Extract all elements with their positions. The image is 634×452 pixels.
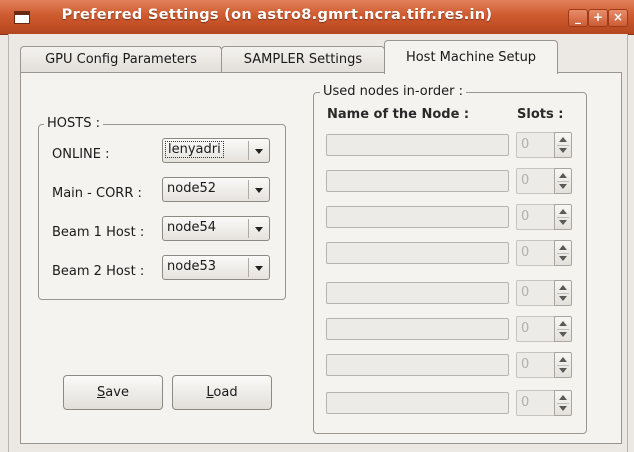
online-host-value: lenyadri bbox=[165, 141, 224, 158]
beam1-host-value: node54 bbox=[167, 220, 216, 235]
slots-spinbox-4[interactable]: 0 bbox=[516, 240, 572, 266]
title-bar[interactable]: Preferred Settings (on astro8.gmrt.ncra.… bbox=[0, 0, 634, 35]
slots-spinbox-1[interactable]: 0 bbox=[516, 132, 572, 158]
spin-down-icon[interactable] bbox=[559, 256, 567, 261]
chevron-down-icon bbox=[255, 266, 263, 271]
slots-spinbox-6[interactable]: 0 bbox=[516, 316, 572, 342]
beam2-host-value: node53 bbox=[167, 259, 216, 274]
node-name-input-7[interactable] bbox=[326, 354, 509, 376]
spin-down-icon[interactable] bbox=[559, 148, 567, 153]
node-name-input-8[interactable] bbox=[326, 392, 509, 414]
chevron-down-icon bbox=[255, 188, 263, 193]
load-button[interactable]: Load bbox=[172, 375, 272, 410]
spin-up-icon[interactable] bbox=[559, 321, 567, 326]
minimize-button[interactable]: _ bbox=[568, 9, 588, 27]
spin-down-icon[interactable] bbox=[559, 296, 567, 301]
slots-spinbox-8[interactable]: 0 bbox=[516, 390, 572, 416]
spin-down-icon[interactable] bbox=[559, 220, 567, 225]
tab-sampler-settings[interactable]: SAMPLER Settings bbox=[221, 46, 385, 73]
tab-host-machine-setup[interactable]: Host Machine Setup bbox=[384, 40, 558, 74]
maximize-button[interactable]: + bbox=[588, 9, 608, 27]
spin-up-icon[interactable] bbox=[559, 285, 567, 290]
node-name-input-4[interactable] bbox=[326, 242, 509, 264]
window-title: Preferred Settings (on astro8.gmrt.ncra.… bbox=[61, 7, 493, 23]
node-name-input-2[interactable] bbox=[326, 170, 509, 192]
slots-spinbox-5[interactable]: 0 bbox=[516, 280, 572, 306]
used-nodes-group-label: Used nodes in-order : bbox=[320, 84, 466, 99]
online-label: ONLINE : bbox=[52, 147, 110, 162]
slots-spinbox-3[interactable]: 0 bbox=[516, 204, 572, 230]
slots-column-header: Slots : bbox=[517, 107, 564, 122]
spin-down-icon[interactable] bbox=[559, 406, 567, 411]
spin-down-icon[interactable] bbox=[559, 332, 567, 337]
beam1-host-select[interactable]: node54 bbox=[162, 216, 270, 241]
hosts-group-label: HOSTS : bbox=[44, 116, 103, 131]
main-corr-label: Main - CORR : bbox=[52, 186, 142, 201]
slots-spinbox-2[interactable]: 0 bbox=[516, 168, 572, 194]
node-name-column-header: Name of the Node : bbox=[327, 107, 470, 122]
node-name-input-1[interactable] bbox=[326, 134, 509, 156]
spin-up-icon[interactable] bbox=[559, 209, 567, 214]
save-button[interactable]: Save bbox=[63, 375, 163, 410]
tab-gpu-config-parameters[interactable]: GPU Config Parameters bbox=[20, 46, 222, 73]
spin-down-icon[interactable] bbox=[559, 368, 567, 373]
spin-up-icon[interactable] bbox=[559, 395, 567, 400]
beam2-host-select[interactable]: node53 bbox=[162, 255, 270, 280]
beam2-host-label: Beam 2 Host : bbox=[52, 264, 145, 279]
close-button[interactable]: × bbox=[608, 9, 628, 27]
chevron-down-icon bbox=[255, 149, 263, 154]
online-host-select[interactable]: lenyadri bbox=[162, 138, 270, 163]
beam1-host-label: Beam 1 Host : bbox=[52, 225, 145, 240]
node-name-input-3[interactable] bbox=[326, 206, 509, 228]
chevron-down-icon bbox=[255, 227, 263, 232]
spin-up-icon[interactable] bbox=[559, 245, 567, 250]
slots-spinbox-7[interactable]: 0 bbox=[516, 352, 572, 378]
spin-up-icon[interactable] bbox=[559, 137, 567, 142]
spin-down-icon[interactable] bbox=[559, 184, 567, 189]
spin-up-icon[interactable] bbox=[559, 357, 567, 362]
main-corr-host-select[interactable]: node52 bbox=[162, 177, 270, 202]
node-name-input-5[interactable] bbox=[326, 282, 509, 304]
window-menu-icon[interactable] bbox=[14, 11, 30, 24]
spin-up-icon[interactable] bbox=[559, 173, 567, 178]
main-corr-host-value: node52 bbox=[167, 181, 216, 196]
node-name-input-6[interactable] bbox=[326, 318, 509, 340]
